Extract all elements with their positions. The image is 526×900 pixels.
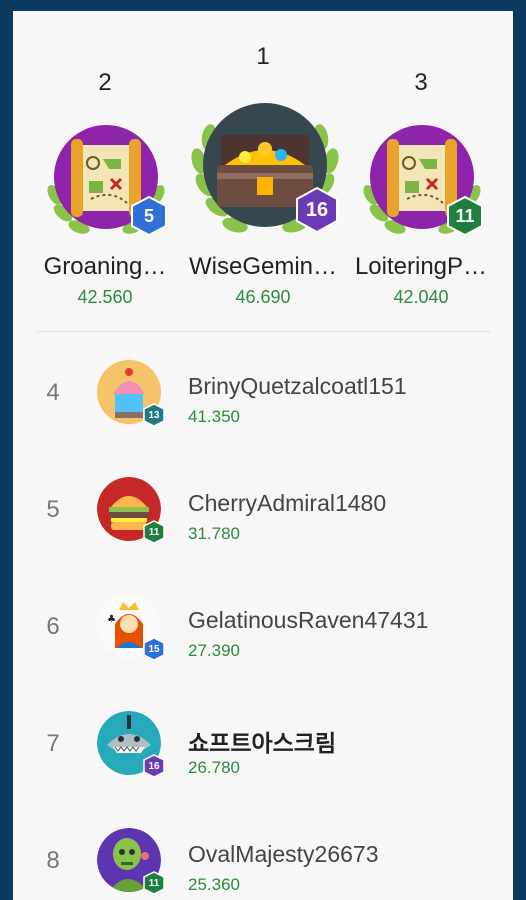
player-name: OvalMajesty26673 <box>188 841 379 867</box>
leaderboard-panel: 2 5 Groaning… 42.560 1 16 WiseGemin… 46.… <box>13 11 513 900</box>
list-item[interactable]: 4 13 BrinyQuetzalcoatl151 41.350 <box>13 355 513 472</box>
row-rank: 6 <box>46 613 60 640</box>
player-score: 26.780 <box>188 758 240 777</box>
player-score: 31.780 <box>188 524 240 543</box>
podium-score: 42.560 <box>77 287 133 307</box>
row-rank: 5 <box>46 496 60 523</box>
list-item[interactable]: 7 16 쇼프트아스크림 26.780 <box>13 706 513 823</box>
level-badge: 11 <box>143 520 165 544</box>
player-name: CherryAdmiral1480 <box>188 490 387 516</box>
podium-rank: 3 <box>414 69 428 96</box>
divider <box>37 331 490 332</box>
level-badge: 11 <box>446 195 484 237</box>
level-badge: 5 <box>130 195 168 237</box>
player-name: 쇼프트아스크림 <box>188 730 337 756</box>
level-badge: 16 <box>295 186 339 234</box>
podium-score: 42.040 <box>393 287 449 307</box>
row-rank: 4 <box>46 379 60 406</box>
player-score: 25.360 <box>188 875 240 894</box>
podium-rank: 2 <box>98 69 112 96</box>
podium-rank: 1 <box>256 43 270 70</box>
level-badge: 16 <box>143 754 165 778</box>
player-name: GelatinousRaven47431 <box>188 607 429 633</box>
list-item[interactable]: 5 11 CherryAdmiral1480 31.780 <box>13 472 513 589</box>
player-name: BrinyQuetzalcoatl151 <box>188 373 407 399</box>
podium-name: WiseGemin… <box>188 253 338 280</box>
list-item[interactable]: 8 11 OvalMajesty26673 25.360 <box>13 823 513 900</box>
level-badge: 11 <box>143 871 165 895</box>
level-badge: 15 <box>143 637 165 661</box>
row-rank: 7 <box>46 730 60 757</box>
podium-name: Groaning… <box>43 253 167 280</box>
svg-text:♣: ♣ <box>107 614 116 625</box>
player-score: 41.350 <box>188 407 240 426</box>
podium-name: LoiteringP… <box>354 253 488 280</box>
podium-score: 46.690 <box>235 287 291 307</box>
list-item[interactable]: 6 ♣ 15 GelatinousRaven47431 27.390 <box>13 589 513 706</box>
level-badge: 13 <box>143 403 165 427</box>
player-score: 27.390 <box>188 641 240 660</box>
row-rank: 8 <box>46 847 60 874</box>
